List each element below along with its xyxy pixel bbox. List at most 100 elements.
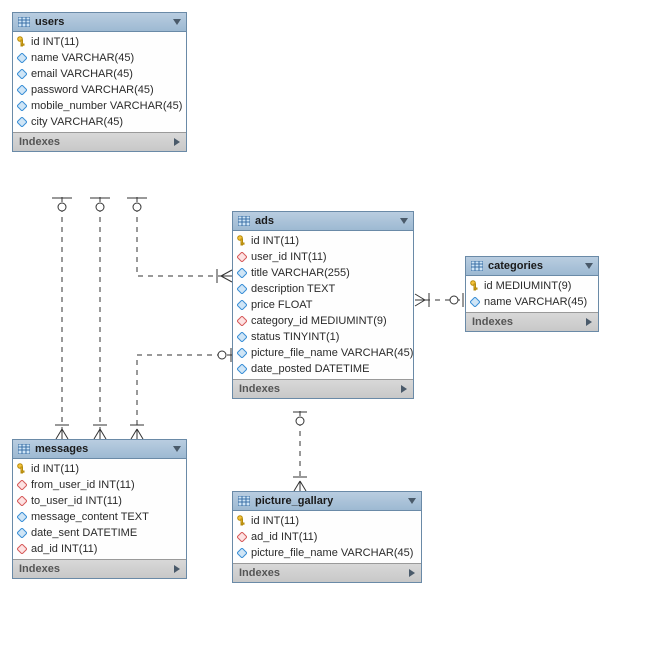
entity-title: ads — [255, 215, 395, 227]
table-icon — [471, 261, 483, 271]
entity-box[interactable]: ads id INT(11) user_id INT(11) title VAR… — [232, 211, 414, 399]
col-label: ad_id INT(11) — [251, 531, 317, 543]
column-row[interactable]: name VARCHAR(45) — [466, 294, 598, 310]
col-label: password VARCHAR(45) — [31, 84, 154, 96]
table-icon — [238, 216, 250, 226]
col-label: price FLOAT — [251, 299, 313, 311]
chevron-down-icon[interactable] — [173, 446, 181, 452]
col-label: to_user_id INT(11) — [31, 495, 122, 507]
chevron-down-icon[interactable] — [173, 19, 181, 25]
column-row[interactable]: picture_file_name VARCHAR(45) — [233, 345, 413, 361]
entity-columns: id INT(11) ad_id INT(11) picture_file_na… — [233, 511, 421, 563]
column-row[interactable]: from_user_id INT(11) — [13, 477, 186, 493]
column-row[interactable]: ad_id INT(11) — [233, 529, 421, 545]
diamond-icon — [17, 69, 27, 79]
diamond-icon — [237, 332, 247, 342]
col-label: message_content TEXT — [31, 511, 149, 523]
col-label: id MEDIUMINT(9) — [484, 280, 571, 292]
column-row[interactable]: date_posted DATETIME — [233, 361, 413, 377]
col-label: category_id MEDIUMINT(9) — [251, 315, 387, 327]
entity-box[interactable]: users id INT(11) name VARCHAR(45) email … — [12, 12, 187, 152]
column-row[interactable]: id MEDIUMINT(9) — [466, 278, 598, 294]
entity-header[interactable]: users — [13, 13, 186, 32]
diamond-icon — [17, 53, 27, 63]
entity-title: categories — [488, 260, 580, 272]
col-label: name VARCHAR(45) — [484, 296, 587, 308]
entity-header[interactable]: picture_gallary — [233, 492, 421, 511]
col-label: ad_id INT(11) — [31, 543, 97, 555]
chevron-down-icon[interactable] — [408, 498, 416, 504]
entity-columns: id MEDIUMINT(9) name VARCHAR(45) — [466, 276, 598, 312]
col-label: mobile_number VARCHAR(45) — [31, 100, 182, 112]
diamond-fk-icon — [237, 532, 247, 542]
col-label: title VARCHAR(255) — [251, 267, 350, 279]
chevron-down-icon[interactable] — [400, 218, 408, 224]
col-label: date_sent DATETIME — [31, 527, 137, 539]
chevron-right-icon — [174, 138, 180, 146]
column-row[interactable]: title VARCHAR(255) — [233, 265, 413, 281]
entity-columns: id INT(11) from_user_id INT(11) to_user_… — [13, 459, 186, 559]
column-row[interactable]: message_content TEXT — [13, 509, 186, 525]
chevron-right-icon — [401, 385, 407, 393]
key-icon — [17, 463, 27, 475]
entity-box[interactable]: categories id MEDIUMINT(9) name VARCHAR(… — [465, 256, 599, 332]
column-row[interactable]: city VARCHAR(45) — [13, 114, 186, 130]
chevron-down-icon[interactable] — [585, 263, 593, 269]
entity-footer[interactable]: Indexes — [466, 312, 598, 331]
entity-columns: id INT(11) user_id INT(11) title VARCHAR… — [233, 231, 413, 379]
footer-label: Indexes — [19, 563, 60, 575]
diamond-icon — [237, 548, 247, 558]
entity-box[interactable]: messages id INT(11) from_user_id INT(11)… — [12, 439, 187, 579]
column-row[interactable]: user_id INT(11) — [233, 249, 413, 265]
entity-header[interactable]: ads — [233, 212, 413, 231]
column-row[interactable]: category_id MEDIUMINT(9) — [233, 313, 413, 329]
column-row[interactable]: status TINYINT(1) — [233, 329, 413, 345]
col-label: status TINYINT(1) — [251, 331, 339, 343]
col-label: id INT(11) — [251, 515, 299, 527]
diamond-icon — [237, 300, 247, 310]
footer-label: Indexes — [472, 316, 513, 328]
column-row[interactable]: picture_file_name VARCHAR(45) — [233, 545, 421, 561]
entity-footer[interactable]: Indexes — [13, 559, 186, 578]
col-label: id INT(11) — [31, 36, 79, 48]
diamond-icon — [237, 268, 247, 278]
diamond-icon — [17, 512, 27, 522]
col-label: from_user_id INT(11) — [31, 479, 135, 491]
column-row[interactable]: ad_id INT(11) — [13, 541, 186, 557]
diamond-fk-icon — [17, 496, 27, 506]
col-label: picture_file_name VARCHAR(45) — [251, 347, 413, 359]
diamond-icon — [17, 85, 27, 95]
diamond-icon — [17, 528, 27, 538]
column-row[interactable]: id INT(11) — [233, 233, 413, 249]
entity-header[interactable]: categories — [466, 257, 598, 276]
chevron-right-icon — [409, 569, 415, 577]
column-row[interactable]: id INT(11) — [13, 461, 186, 477]
col-label: user_id INT(11) — [251, 251, 327, 263]
diamond-fk-icon — [17, 544, 27, 554]
table-icon — [18, 17, 30, 27]
column-row[interactable]: name VARCHAR(45) — [13, 50, 186, 66]
col-label: email VARCHAR(45) — [31, 68, 133, 80]
table-icon — [238, 496, 250, 506]
diamond-icon — [237, 348, 247, 358]
entity-footer[interactable]: Indexes — [233, 563, 421, 582]
column-row[interactable]: mobile_number VARCHAR(45) — [13, 98, 186, 114]
diamond-icon — [237, 284, 247, 294]
diamond-fk-icon — [237, 252, 247, 262]
diamond-icon — [17, 117, 27, 127]
entity-box[interactable]: picture_gallary id INT(11) ad_id INT(11)… — [232, 491, 422, 583]
entity-footer[interactable]: Indexes — [13, 132, 186, 151]
column-row[interactable]: id INT(11) — [13, 34, 186, 50]
col-label: description TEXT — [251, 283, 335, 295]
entity-header[interactable]: messages — [13, 440, 186, 459]
column-row[interactable]: email VARCHAR(45) — [13, 66, 186, 82]
column-row[interactable]: price FLOAT — [233, 297, 413, 313]
column-row[interactable]: to_user_id INT(11) — [13, 493, 186, 509]
column-row[interactable]: password VARCHAR(45) — [13, 82, 186, 98]
key-icon — [237, 235, 247, 247]
entity-title: users — [35, 16, 168, 28]
column-row[interactable]: description TEXT — [233, 281, 413, 297]
column-row[interactable]: id INT(11) — [233, 513, 421, 529]
column-row[interactable]: date_sent DATETIME — [13, 525, 186, 541]
entity-footer[interactable]: Indexes — [233, 379, 413, 398]
